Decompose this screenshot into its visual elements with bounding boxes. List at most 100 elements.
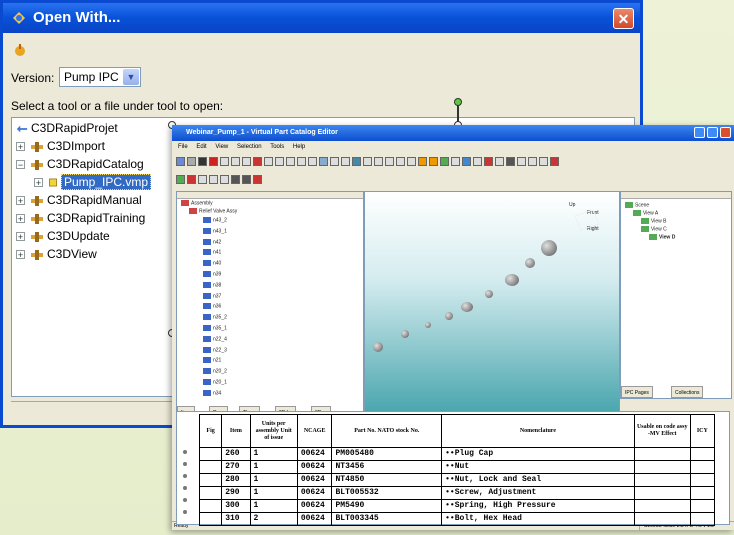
- toolbar-icon[interactable]: [231, 175, 240, 184]
- toolbar-icon[interactable]: [209, 175, 218, 184]
- collapse-toggle[interactable]: −: [16, 160, 25, 170]
- row-marker-icon[interactable]: [183, 462, 187, 466]
- toolbar-icon[interactable]: [275, 157, 284, 166]
- toolbar-icon[interactable]: [528, 157, 537, 166]
- toolbar-icon[interactable]: [517, 157, 526, 166]
- expand-toggle[interactable]: +: [16, 142, 25, 152]
- assembly-part-item[interactable]: n38: [203, 281, 221, 289]
- scene-view-b[interactable]: View B: [641, 218, 666, 225]
- toolbar-icon[interactable]: [220, 175, 229, 184]
- part-mesh[interactable]: [445, 312, 453, 320]
- toolbar-icon[interactable]: [484, 157, 493, 166]
- part-mesh[interactable]: [505, 274, 519, 286]
- row-marker-icon[interactable]: [183, 498, 187, 502]
- tree-root[interactable]: C3DRapidProjet: [16, 120, 118, 136]
- menu-edit[interactable]: Edit: [196, 144, 206, 150]
- open-tool-icon[interactable]: [13, 43, 27, 57]
- assembly-part-item[interactable]: n43_1: [203, 227, 227, 235]
- expand-toggle[interactable]: +: [16, 196, 25, 206]
- close-button[interactable]: ✕: [613, 8, 634, 29]
- table-row[interactable]: 280 1 00624 NT4850 ••Nut, Lock and Seal: [198, 473, 716, 487]
- table-row[interactable]: 290 1 00624 BLT005532 ••Screw, Adjustment: [198, 486, 716, 500]
- toolbar-icon[interactable]: [451, 157, 460, 166]
- assembly-part-item[interactable]: n41: [203, 249, 221, 256]
- table-row[interactable]: 270 1 00624 NT3456 ••Nut: [198, 460, 716, 474]
- scene-view-c[interactable]: View C: [641, 226, 667, 233]
- tab-ipc-pages[interactable]: IPC Pages: [621, 386, 653, 398]
- expand-toggle[interactable]: +: [34, 178, 43, 188]
- menu-selection[interactable]: Selection: [237, 144, 262, 150]
- row-marker-icon[interactable]: [183, 510, 187, 514]
- toolbar-icon[interactable]: [264, 157, 273, 166]
- toolbar-icon[interactable]: [297, 157, 306, 166]
- toolbar-icon[interactable]: [187, 157, 196, 166]
- toolbar-icon[interactable]: [462, 157, 471, 166]
- row-marker-icon[interactable]: [183, 486, 187, 490]
- part-mesh[interactable]: [541, 240, 557, 256]
- part-mesh[interactable]: [373, 342, 383, 352]
- table-row[interactable]: 300 1 00624 PM5490 ••Spring, High Pressure: [198, 499, 716, 513]
- assembly-part-item[interactable]: n20_1: [203, 379, 227, 386]
- toolbar-icon[interactable]: [407, 157, 416, 166]
- assembly-tree-pane[interactable]: Assembly Relief Valve Assy n43_2 n43_1 n42…: [176, 191, 364, 418]
- toolbar-icon[interactable]: [209, 157, 218, 166]
- tree-item-c3dupdate[interactable]: + C3DUpdate: [16, 228, 110, 244]
- expand-toggle[interactable]: +: [16, 214, 25, 224]
- toolbar-icon[interactable]: [341, 157, 350, 166]
- toolbar-icon[interactable]: [363, 157, 372, 166]
- toolbar-icon[interactable]: [352, 157, 361, 166]
- assembly-part-item[interactable]: n34: [203, 389, 221, 397]
- part-mesh[interactable]: [401, 330, 409, 338]
- tree-item-c3drapidtraining[interactable]: + C3DRapidTraining: [16, 210, 145, 226]
- scene-tree-pane[interactable]: Scene View A View B View C View D IPC Pa…: [620, 191, 732, 399]
- toolbar-icon[interactable]: [396, 157, 405, 166]
- toolbar-icon[interactable]: [319, 157, 328, 166]
- maximize-button[interactable]: [707, 127, 718, 138]
- assembly-part-item[interactable]: n22_3: [203, 346, 227, 354]
- toolbar-icon[interactable]: [473, 157, 482, 166]
- assembly-part-item[interactable]: n42: [203, 238, 221, 246]
- 3d-viewport[interactable]: Up Front Right: [364, 191, 620, 413]
- toolbar-icon[interactable]: [506, 157, 515, 166]
- assembly-sub[interactable]: Relief Valve Assy: [189, 208, 237, 215]
- toolbar-icon[interactable]: [176, 175, 185, 184]
- tab-collections[interactable]: Collections: [671, 386, 704, 398]
- tree-item-c3drapidmanual[interactable]: + C3DRapidManual: [16, 192, 142, 208]
- assembly-part-item[interactable]: n20_2: [203, 368, 227, 375]
- toolbar-icon[interactable]: [176, 157, 185, 166]
- toolbar-icon[interactable]: [198, 175, 207, 184]
- scene-view-d[interactable]: View D: [649, 234, 675, 241]
- assembly-part-item[interactable]: n22_4: [203, 335, 227, 343]
- toolbar-icon[interactable]: [187, 175, 196, 184]
- assembly-part-item[interactable]: n37: [203, 292, 221, 300]
- toolbar-icon[interactable]: [286, 157, 295, 166]
- expand-toggle[interactable]: +: [16, 250, 25, 260]
- menu-help[interactable]: Help: [293, 144, 305, 150]
- toolbar-icon[interactable]: [440, 157, 449, 166]
- editor-close-button[interactable]: [720, 127, 731, 138]
- expand-toggle[interactable]: +: [16, 232, 25, 242]
- toolbar-icon[interactable]: [330, 157, 339, 166]
- assembly-part-item[interactable]: n21: [203, 357, 221, 364]
- assembly-part-item[interactable]: n36: [203, 303, 221, 310]
- toolbar-icon[interactable]: [253, 157, 262, 166]
- dialog-titlebar[interactable]: Open With... ✕: [3, 3, 640, 33]
- minimize-button[interactable]: [694, 127, 705, 138]
- toolbar-icon[interactable]: [539, 157, 548, 166]
- part-mesh[interactable]: [425, 322, 431, 328]
- toolbar-icon[interactable]: [231, 157, 240, 166]
- toolbar-icon[interactable]: [242, 157, 251, 166]
- part-mesh[interactable]: [525, 258, 535, 268]
- toolbar-icon[interactable]: [242, 175, 251, 184]
- toolbar-icon[interactable]: [198, 157, 207, 166]
- assembly-part-item[interactable]: n35_2: [203, 314, 227, 321]
- menu-tools[interactable]: Tools: [270, 144, 284, 150]
- part-mesh[interactable]: [461, 302, 473, 312]
- menu-file[interactable]: File: [178, 144, 188, 150]
- scene-view-a[interactable]: View A: [633, 210, 658, 217]
- table-row[interactable]: 310 2 00624 BLT003345 ••Bolt, Hex Head: [198, 512, 716, 526]
- toolbar-icon[interactable]: [418, 157, 427, 166]
- assembly-part-item[interactable]: n39: [203, 271, 221, 278]
- toolbar-icon[interactable]: [253, 175, 262, 184]
- part-mesh[interactable]: [485, 290, 493, 298]
